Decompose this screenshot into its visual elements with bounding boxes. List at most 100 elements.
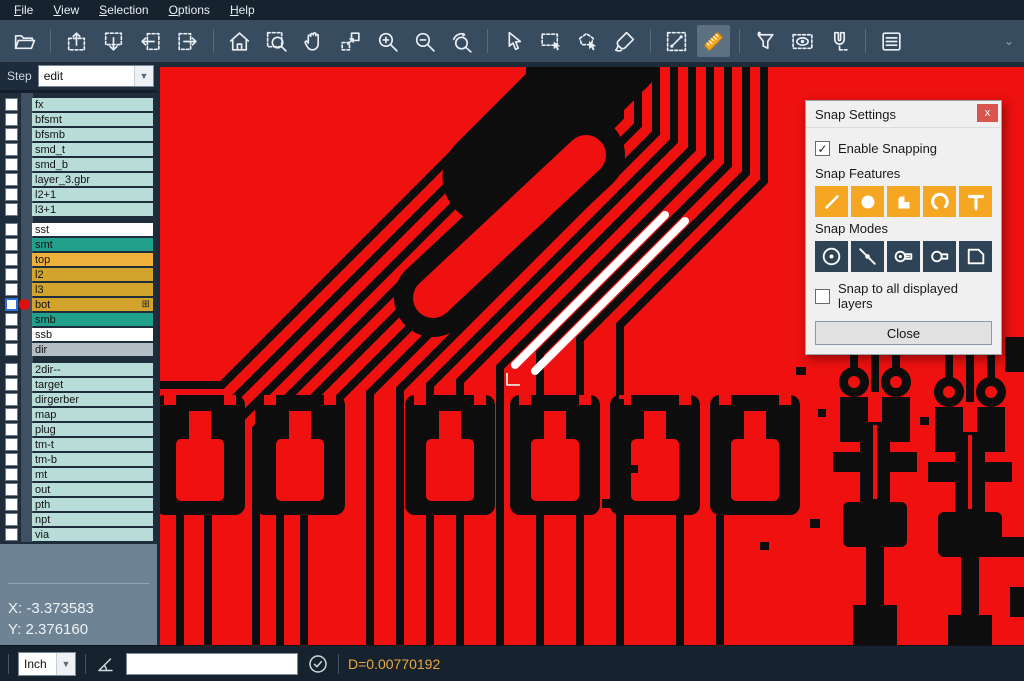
zoom-previous-icon[interactable] (445, 25, 478, 57)
pan-left-icon[interactable] (134, 25, 167, 57)
layer-visibility-checkbox[interactable] (5, 313, 18, 326)
layer-row[interactable]: dir (0, 342, 157, 357)
layer-visibility-checkbox[interactable] (5, 378, 18, 391)
layer-label[interactable]: layer_3.gbr (32, 173, 153, 186)
layer-visibility-checkbox[interactable] (5, 408, 18, 421)
open-folder-icon[interactable] (8, 25, 41, 57)
zoom-window-icon[interactable] (260, 25, 293, 57)
layer-row[interactable]: plug (0, 422, 157, 437)
poly-select-icon[interactable] (571, 25, 604, 57)
layer-label[interactable]: smd_b (32, 158, 153, 171)
rect-select-icon[interactable] (534, 25, 567, 57)
layer-visibility-checkbox[interactable] (5, 283, 18, 296)
chevron-down-icon[interactable]: ▼ (134, 66, 153, 86)
layer-label[interactable]: l2+1 (32, 188, 153, 201)
drag-view-icon[interactable] (334, 25, 367, 57)
zoom-in-icon[interactable] (371, 25, 404, 57)
layer-label[interactable]: fx (32, 98, 153, 111)
snap-all-layers-checkbox[interactable] (815, 289, 830, 304)
layer-visibility-checkbox[interactable] (5, 203, 18, 216)
unit-select[interactable]: Inch ▼ (18, 652, 76, 676)
pad-outline-snap-icon[interactable] (923, 241, 956, 272)
layer-row[interactable]: pth (0, 497, 157, 512)
menu-options[interactable]: Options (159, 1, 220, 19)
layer-label[interactable]: mt (32, 468, 153, 481)
midpoint-snap-icon[interactable] (851, 241, 884, 272)
contour-snap-icon[interactable] (959, 241, 992, 272)
layer-visibility-checkbox[interactable] (5, 438, 18, 451)
layer-label[interactable]: l2 (32, 268, 153, 281)
layer-visibility-checkbox[interactable] (5, 143, 18, 156)
layer-row[interactable]: smt (0, 237, 157, 252)
center-snap-icon[interactable] (815, 241, 848, 272)
layer-visibility-checkbox[interactable] (5, 188, 18, 201)
layer-visibility-checkbox[interactable] (5, 253, 18, 266)
pan-right-icon[interactable] (171, 25, 204, 57)
line-feature-icon[interactable] (815, 186, 848, 217)
layer-row[interactable]: dirgerber (0, 392, 157, 407)
filter-icon[interactable] (749, 25, 782, 57)
layer-row[interactable]: smb (0, 312, 157, 327)
layer-label[interactable]: smb (32, 313, 153, 326)
report-panel-icon[interactable] (875, 25, 908, 57)
measure-ruler-icon[interactable] (697, 25, 730, 57)
arc-feature-icon[interactable] (923, 186, 956, 217)
layer-row[interactable]: fx (0, 97, 157, 112)
layer-row[interactable]: l3 (0, 282, 157, 297)
zoom-out-icon[interactable] (408, 25, 441, 57)
layer-row[interactable]: tm-b (0, 452, 157, 467)
layer-label[interactable]: npt (32, 513, 153, 526)
layer-visibility-checkbox[interactable] (5, 298, 18, 311)
layer-label[interactable]: out (32, 483, 153, 496)
measure-line-icon[interactable] (660, 25, 693, 57)
layer-visibility-checkbox[interactable] (5, 128, 18, 141)
close-icon[interactable]: x (977, 104, 998, 122)
layer-row[interactable]: smd_b (0, 157, 157, 172)
layer-row[interactable]: smd_t (0, 142, 157, 157)
layer-label[interactable]: plug (32, 423, 153, 436)
layer-row[interactable]: target (0, 377, 157, 392)
home-view-icon[interactable] (223, 25, 256, 57)
layer-visibility-checkbox[interactable] (5, 343, 18, 356)
layer-label[interactable]: map (32, 408, 153, 421)
menu-file[interactable]: File (4, 1, 43, 19)
layer-row[interactable]: via (0, 527, 157, 542)
layer-label[interactable]: ssb (32, 328, 153, 341)
layer-label[interactable]: dirgerber (32, 393, 153, 406)
layer-row[interactable]: mt (0, 467, 157, 482)
toolbar-overflow-icon[interactable]: ⌄ (1004, 34, 1018, 48)
pan-down-icon[interactable] (97, 25, 130, 57)
layer-label[interactable]: tm-t (32, 438, 153, 451)
text-feature-icon[interactable] (959, 186, 992, 217)
layer-label[interactable]: smt (32, 238, 153, 251)
layer-visibility-checkbox[interactable] (5, 528, 18, 541)
layer-label[interactable]: l3 (32, 283, 153, 296)
layer-row[interactable]: map (0, 407, 157, 422)
layer-visibility-checkbox[interactable] (5, 363, 18, 376)
layer-row[interactable]: sst (0, 222, 157, 237)
menu-selection[interactable]: Selection (89, 1, 158, 19)
layer-visibility-checkbox[interactable] (5, 173, 18, 186)
layer-row[interactable]: ssb (0, 327, 157, 342)
layer-row[interactable]: npt (0, 512, 157, 527)
chevron-down-icon[interactable]: ▼ (56, 653, 75, 675)
layer-label[interactable]: l3+1 (32, 203, 153, 216)
paint-select-icon[interactable] (608, 25, 641, 57)
layer-label[interactable]: bfsmb (32, 128, 153, 141)
layer-label[interactable]: bfsmt (32, 113, 153, 126)
snap-magnet-icon[interactable] (823, 25, 856, 57)
apply-icon[interactable] (307, 653, 329, 675)
layer-visibility-checkbox[interactable] (5, 158, 18, 171)
layer-label[interactable]: top (32, 253, 153, 266)
layer-row[interactable]: 2dir-- (0, 362, 157, 377)
layer-row[interactable]: tm-t (0, 437, 157, 452)
layer-label[interactable]: target (32, 378, 153, 391)
layer-label[interactable]: dir (32, 343, 153, 356)
menu-help[interactable]: Help (220, 1, 265, 19)
layer-label[interactable]: bot⊞ (32, 298, 153, 311)
layer-visibility-checkbox[interactable] (5, 423, 18, 436)
layer-label[interactable]: pth (32, 498, 153, 511)
layer-visibility-checkbox[interactable] (5, 483, 18, 496)
layer-visibility-checkbox[interactable] (5, 113, 18, 126)
layer-row[interactable]: bfsmb (0, 127, 157, 142)
